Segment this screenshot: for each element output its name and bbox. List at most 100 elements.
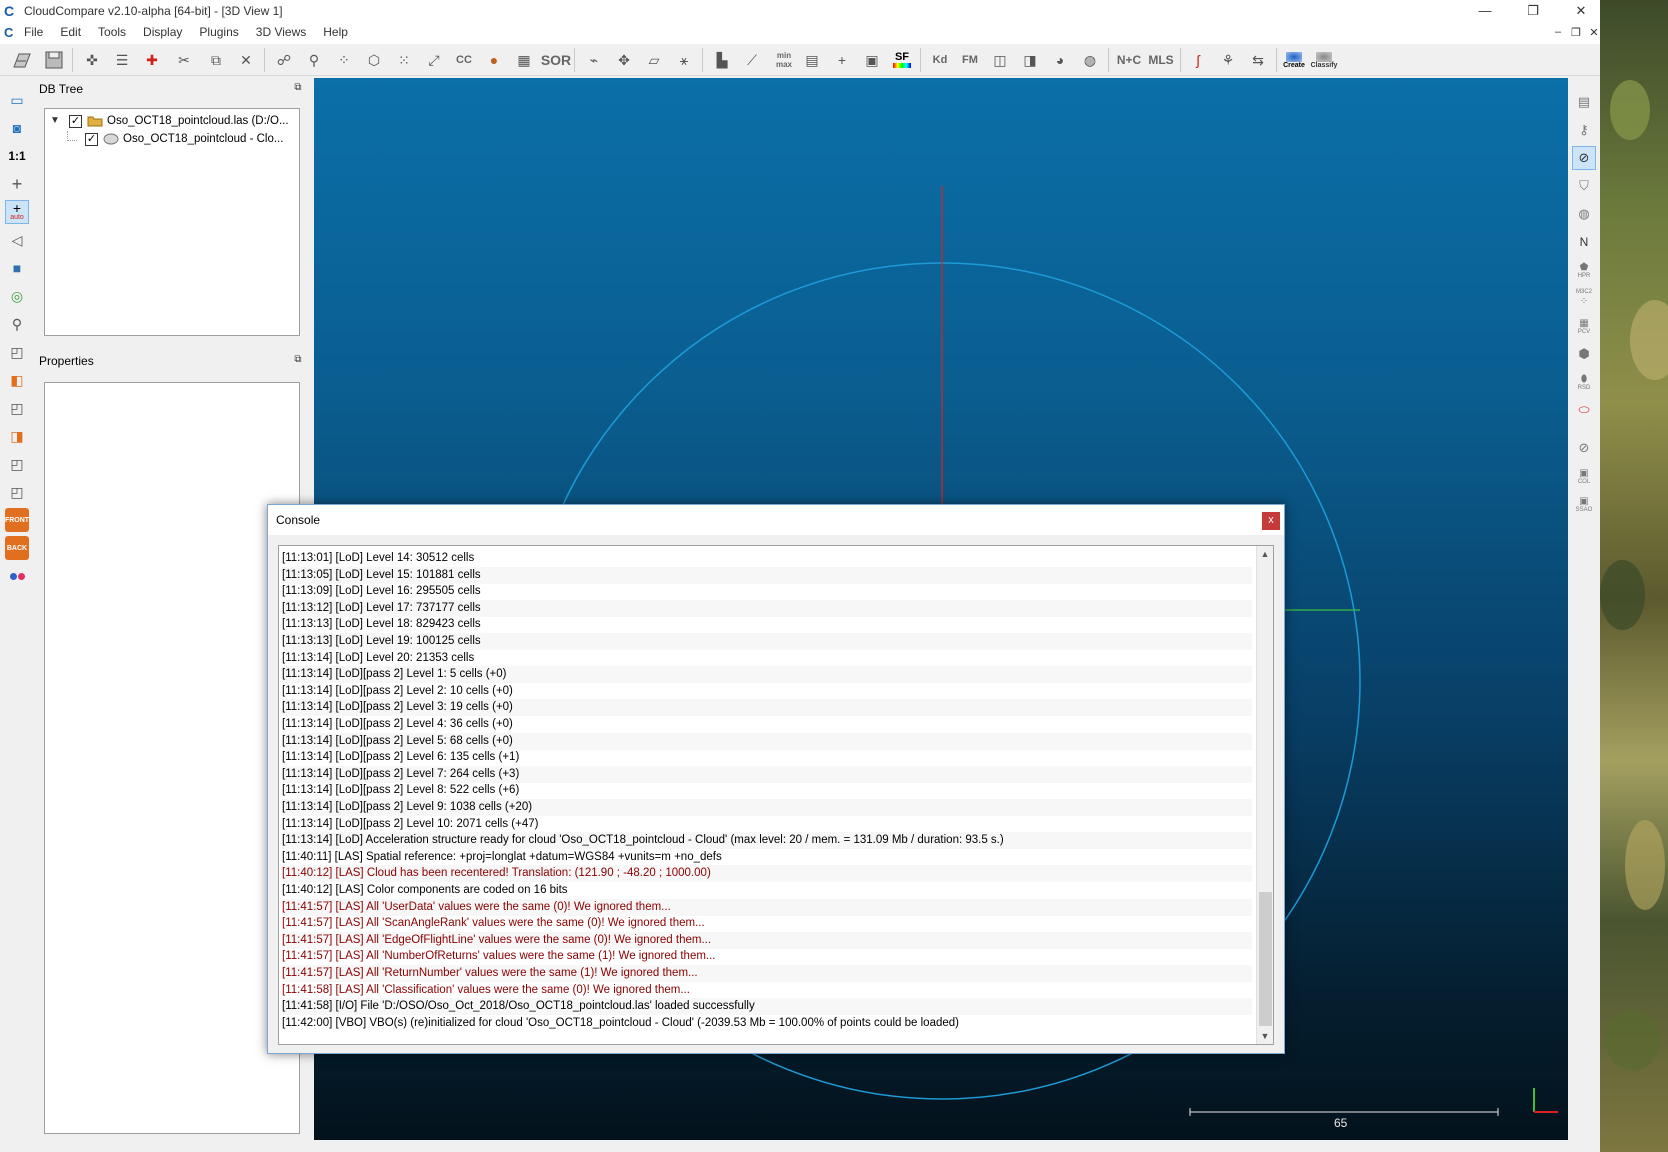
noise-filter-icon[interactable]: ▦: [512, 48, 536, 72]
no-entry-icon[interactable]: ⊘: [1572, 436, 1596, 460]
cube-view-icon[interactable]: ■: [5, 256, 29, 280]
mls-button[interactable]: MLS: [1146, 48, 1176, 72]
histogram-icon[interactable]: ▙: [710, 48, 734, 72]
light-icon[interactable]: ◎: [5, 284, 29, 308]
sample-points-icon[interactable]: ☍: [272, 48, 296, 72]
compass-icon[interactable]: ⊘: [1572, 146, 1596, 170]
m3c2-button[interactable]: M3C2 ⁘: [1572, 286, 1596, 310]
iso-back-button[interactable]: BACK: [5, 536, 29, 560]
top-view-icon[interactable]: ◰: [5, 340, 29, 364]
visibility-checkbox[interactable]: ✓: [69, 114, 82, 128]
pick-points-icon[interactable]: ⌁: [582, 48, 606, 72]
console-scrollbar[interactable]: ▲ ▼: [1256, 546, 1273, 1044]
menu-item-display[interactable]: Display: [143, 25, 191, 39]
one-to-one-button[interactable]: 1:1: [5, 144, 29, 168]
save-icon[interactable]: [42, 48, 66, 72]
ransac-icon[interactable]: ʃ: [1186, 48, 1210, 72]
scroll-down-arrow-icon[interactable]: ▼: [1257, 1028, 1273, 1044]
mesh-icon[interactable]: ⬡: [362, 48, 386, 72]
restore-button[interactable]: ❐: [1518, 2, 1548, 20]
camera-icon[interactable]: ◙: [5, 116, 29, 140]
close-button[interactable]: ✕: [1566, 2, 1596, 20]
ellipse-icon[interactable]: ⬭: [1572, 398, 1596, 422]
translate-rotate-icon[interactable]: ✚: [140, 48, 164, 72]
console-log-list[interactable]: [11:42:00] [VBO] VBO(s) (re)initialized …: [278, 545, 1274, 1045]
scalar-field-button[interactable]: SF: [890, 48, 914, 72]
front-view-icon[interactable]: ◧: [5, 368, 29, 392]
menu-item-edit[interactable]: Edit: [60, 25, 90, 39]
menu-item-tools[interactable]: Tools: [98, 25, 135, 39]
delete-icon[interactable]: ✕: [234, 48, 258, 72]
hpr-button[interactable]: ⬟ HPR: [1572, 258, 1596, 282]
kd-tree-button[interactable]: Kd: [928, 48, 952, 72]
globe-icon[interactable]: ◍: [1078, 48, 1102, 72]
tree-item-cloud[interactable]: ✓ Oso_OCT18_pointcloud - Clo...: [67, 130, 283, 148]
stereo-icon[interactable]: [5, 564, 29, 588]
connected-components-icon[interactable]: CC: [452, 48, 476, 72]
collapse-arrow-icon[interactable]: ▼: [49, 115, 61, 127]
normal-compute-button[interactable]: N+C: [1114, 48, 1144, 72]
visibility-checkbox[interactable]: ✓: [85, 132, 98, 146]
bottom-view-icon[interactable]: ◰: [5, 452, 29, 476]
filter-by-value-button[interactable]: min max: [770, 48, 798, 72]
display-screen-icon[interactable]: ▭: [5, 88, 29, 112]
clone-icon[interactable]: ⧉: [204, 48, 228, 72]
distance-icon[interactable]: ◫: [988, 48, 1012, 72]
auto-pick-center-button[interactable]: + auto: [5, 200, 29, 224]
properties-panel[interactable]: [44, 382, 300, 1134]
gradient-icon[interactable]: ⟋: [740, 48, 764, 72]
rsd-button[interactable]: ⬮ RSD: [1572, 370, 1596, 394]
menu-item-help[interactable]: Help: [323, 25, 357, 39]
ssao-button[interactable]: ▣ SSAO: [1572, 492, 1596, 516]
left-view-icon[interactable]: ◰: [5, 396, 29, 420]
float-dock-icon[interactable]: ⧉: [292, 354, 304, 366]
calculator-icon[interactable]: ▣: [860, 48, 884, 72]
move-icon[interactable]: ✥: [612, 48, 636, 72]
minimize-button[interactable]: —: [1470, 2, 1500, 20]
float-dock-icon[interactable]: ⧉: [292, 82, 304, 94]
sor-filter-button[interactable]: SOR: [541, 48, 571, 72]
open-icon[interactable]: [10, 48, 34, 72]
sandbox-icon[interactable]: ●: [482, 48, 506, 72]
scatter-icon[interactable]: ⁙: [392, 48, 416, 72]
segment-icon[interactable]: ✂: [172, 48, 196, 72]
mdi-minimize-button[interactable]: –: [1550, 26, 1566, 38]
calculator-table-icon[interactable]: ▤: [800, 48, 824, 72]
db-tree-panel[interactable]: ▼ ✓ Oso_OCT18_pointcloud.las (D:/O... ✓ …: [44, 108, 300, 336]
sf-plugin-icon[interactable]: ◍: [1572, 202, 1596, 226]
shield-icon[interactable]: ⛉: [1572, 174, 1596, 198]
animation-icon[interactable]: ▤: [1572, 90, 1596, 114]
menu-item-plugins[interactable]: Plugins: [199, 25, 247, 39]
canupo-create-button[interactable]: Create: [1282, 48, 1306, 72]
split-icon[interactable]: ⚹: [672, 48, 696, 72]
menu-item-file[interactable]: File: [24, 25, 52, 39]
right-view-icon[interactable]: ◨: [5, 424, 29, 448]
subsample-icon[interactable]: ⁘: [332, 48, 356, 72]
col-button[interactable]: ▣ COL: [1572, 464, 1596, 488]
register-icon[interactable]: ⇆: [1246, 48, 1270, 72]
list-icon[interactable]: ☰: [110, 48, 134, 72]
hexagon-icon[interactable]: ⬢: [1572, 342, 1596, 366]
sphere-icon[interactable]: ◕: [1048, 48, 1072, 72]
console-close-button[interactable]: x: [1262, 512, 1280, 530]
rotation-center-icon[interactable]: +: [5, 172, 29, 196]
scroll-thumb[interactable]: [1259, 892, 1272, 1026]
plane-icon[interactable]: ▱: [642, 48, 666, 72]
pick-rotation-center-icon[interactable]: ✜: [80, 48, 104, 72]
perspective-icon[interactable]: ◁: [5, 228, 29, 252]
normals-icon[interactable]: ⚲: [302, 48, 326, 72]
brush-icon[interactable]: ⚷: [1572, 118, 1596, 142]
tree-item-las-file[interactable]: ▼ ✓ Oso_OCT18_pointcloud.las (D:/O...: [49, 112, 289, 130]
facets-icon[interactable]: ⚘: [1216, 48, 1240, 72]
zoom-icon[interactable]: ⚲: [5, 312, 29, 336]
north-button[interactable]: N: [1572, 230, 1596, 254]
canupo-classify-button[interactable]: Classify: [1311, 48, 1337, 72]
back-view-icon[interactable]: ◰: [5, 480, 29, 504]
add-scalar-field-icon[interactable]: +: [830, 48, 854, 72]
fm-button[interactable]: FM: [958, 48, 982, 72]
mdi-restore-button[interactable]: ❐: [1568, 26, 1584, 39]
compare-icon[interactable]: ◨: [1018, 48, 1042, 72]
pcv-button[interactable]: ▦ PCV: [1572, 314, 1596, 338]
iso-front-button[interactable]: FRONT: [5, 508, 29, 532]
scroll-up-arrow-icon[interactable]: ▲: [1257, 546, 1273, 562]
